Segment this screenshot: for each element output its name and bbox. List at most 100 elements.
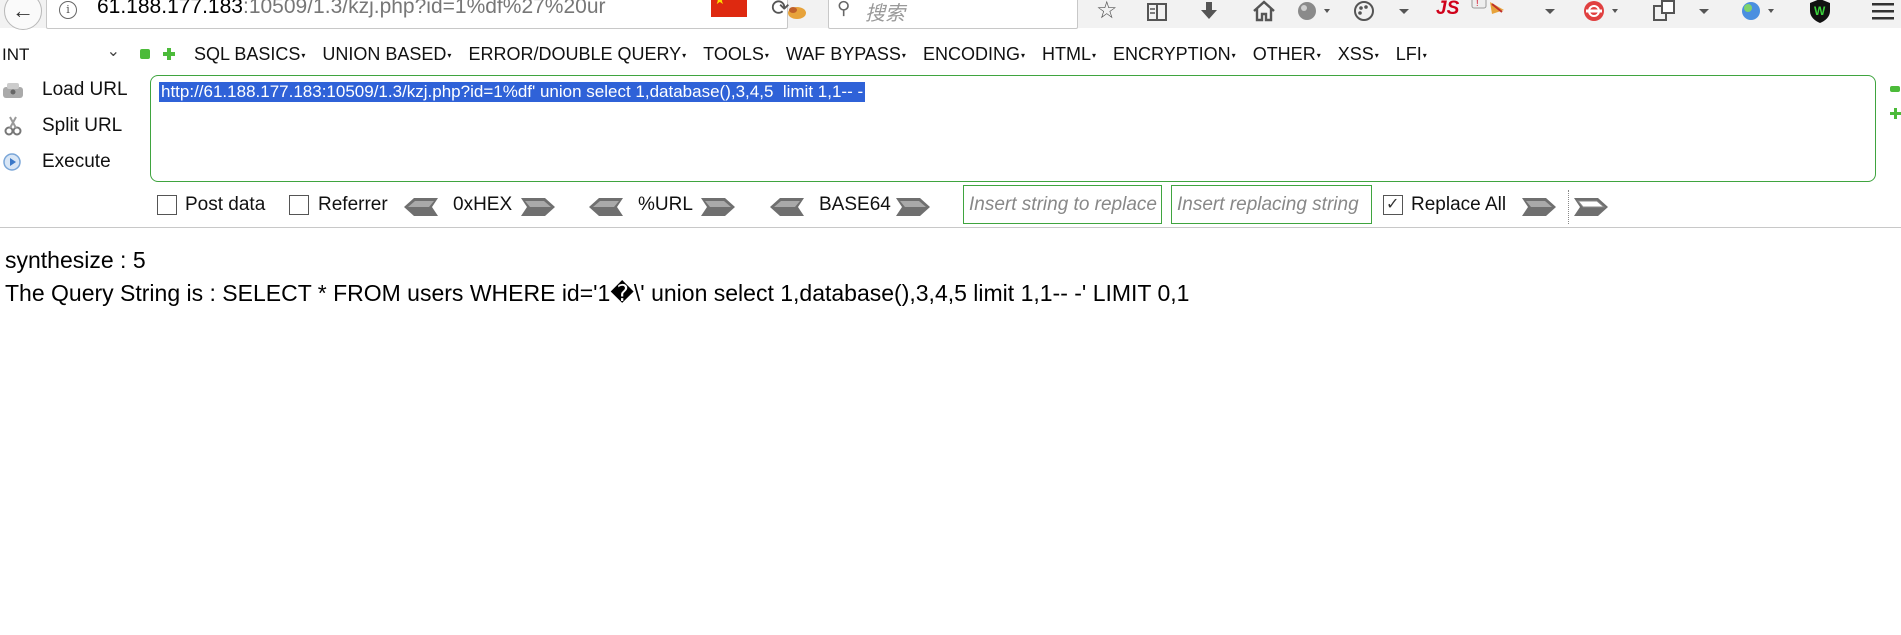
hackbar-separator (0, 227, 1901, 228)
split-url-label: Split URL (42, 115, 123, 136)
split-url-button[interactable]: Split URL (0, 112, 140, 142)
svg-text:W: W (1814, 4, 1826, 18)
base64-encode-arrow-icon[interactable] (896, 197, 930, 217)
page-content: synthesize : 5 The Query String is : SEL… (5, 244, 1189, 310)
url-textarea-selection: http://61.188.177.183:10509/1.3/kzj.php?… (159, 82, 866, 102)
menu-label: ENCODING (922, 44, 1020, 64)
hex-encode-arrow-icon[interactable] (521, 197, 555, 217)
menu-label: XSS (1337, 44, 1374, 64)
chevron-down-icon: ⌄ (106, 43, 120, 60)
share-icon[interactable] (1652, 0, 1678, 22)
search-bar[interactable]: ⚲ 搜索 (828, 0, 1078, 29)
menu-error-double-query[interactable]: ERROR/DOUBLE QUERY▾ (468, 44, 686, 65)
address-text[interactable]: 61.188.177.183:10509/1.3/kzj.php?id=1%df… (97, 0, 606, 19)
china-flag-icon[interactable]: ★★ (711, 0, 747, 17)
menu-waf-bypass[interactable]: WAF BYPASS▾ (786, 44, 906, 65)
hackbar-menu: INT ⌄ SQL BASICS▾ UNION BASED▾ ERROR/DOU… (0, 40, 1901, 74)
referrer-checkbox[interactable] (289, 195, 309, 215)
dropdown-icon[interactable] (1544, 0, 1556, 22)
base64-label: BASE64 (819, 194, 891, 215)
menu-label: ENCRYPTION (1112, 44, 1231, 64)
search-placeholder: 搜索 (865, 1, 905, 25)
menu-html[interactable]: HTML▾ (1042, 44, 1096, 65)
js-icon[interactable]: JS (1436, 0, 1459, 20)
post-data-checkbox[interactable] (157, 195, 177, 215)
bookmark-star-icon[interactable]: ☆ (1096, 0, 1118, 25)
execute-icon (3, 153, 21, 171)
hackbar-options: Post data Referrer 0xHEX %URL BASE64 Ins… (0, 185, 1901, 224)
search-icon: ⚲ (837, 0, 851, 18)
firebug-icon[interactable] (784, 2, 810, 22)
replace-all-label: Replace All (1411, 194, 1507, 215)
url-label: %URL (638, 194, 693, 215)
menu-label: OTHER (1252, 44, 1316, 64)
post-data-label: Post data (185, 194, 266, 215)
replace-from-placeholder: Insert string to replace (969, 194, 1157, 215)
back-icon: ← (12, 0, 34, 23)
scissors-icon (4, 116, 22, 136)
globe-icon[interactable] (1296, 0, 1332, 22)
menu-label: LFI (1395, 44, 1422, 64)
replace-right-arrow-icon[interactable] (1574, 197, 1608, 217)
divider (1568, 190, 1569, 224)
replace-to-placeholder: Insert replacing string (1177, 194, 1359, 215)
back-button[interactable]: ← (4, 0, 42, 30)
load-url-button[interactable]: Load URL (0, 76, 140, 106)
menu-label: WAF BYPASS (785, 44, 901, 64)
hackbar-menu-items: SQL BASICS▾ UNION BASED▾ ERROR/DOUBLE QU… (194, 44, 1444, 65)
menu-union-based[interactable]: UNION BASED▾ (322, 44, 451, 65)
synthesize-line: synthesize : 5 (5, 247, 146, 273)
url-textarea[interactable]: http://61.188.177.183:10509/1.3/kzj.php?… (150, 75, 1876, 182)
base64-decode-arrow-icon[interactable] (770, 197, 804, 217)
type-select-value: INT (2, 45, 30, 64)
menu-other[interactable]: OTHER▾ (1253, 44, 1321, 65)
decrease-height-icon[interactable] (1890, 86, 1900, 92)
menu-label: HTML (1041, 44, 1091, 64)
hamburger-menu-icon[interactable] (1870, 0, 1896, 22)
url-decode-arrow-icon[interactable] (589, 197, 623, 217)
info-icon[interactable]: i (59, 1, 77, 19)
menu-label: UNION BASED (322, 44, 447, 64)
replace-from-input[interactable]: Insert string to replace (963, 185, 1162, 224)
home-icon[interactable] (1252, 0, 1276, 22)
replace-all-checkbox[interactable] (1383, 194, 1403, 215)
execute-button[interactable]: Execute (0, 148, 140, 178)
decrease-font-icon[interactable] (140, 49, 150, 59)
url-host: 61.188.177.183 (97, 0, 243, 18)
palette-icon[interactable] (1352, 0, 1378, 22)
increase-font-icon[interactable] (163, 48, 175, 60)
type-select[interactable]: INT ⌄ (0, 43, 124, 67)
menu-encryption[interactable]: ENCRYPTION▾ (1113, 44, 1236, 65)
adblock-icon[interactable]: W (1808, 0, 1832, 24)
browser-toolbar: ← i 61.188.177.183:10509/1.3/kzj.php?id=… (0, 0, 1901, 30)
menu-label: SQL BASICS (194, 44, 301, 64)
query-string-line: The Query String is : SELECT * FROM user… (5, 280, 1190, 306)
clip-icon[interactable]: ! (1468, 0, 1508, 22)
hex-decode-arrow-icon[interactable] (404, 197, 438, 217)
replace-to-input[interactable]: Insert replacing string (1171, 185, 1372, 224)
reading-list-icon[interactable] (1146, 2, 1168, 22)
replace-left-arrow-icon[interactable] (1522, 197, 1556, 217)
menu-label: ERROR/DOUBLE QUERY (468, 44, 682, 64)
menu-lfi[interactable]: LFI▾ (1396, 44, 1427, 65)
load-url-icon (3, 83, 23, 98)
download-icon[interactable] (1198, 0, 1220, 22)
menu-label: TOOLS (703, 44, 764, 64)
increase-height-icon[interactable] (1890, 108, 1901, 119)
hex-label: 0xHEX (453, 194, 513, 215)
dropdown-icon[interactable] (1698, 0, 1710, 22)
url-path: :10509/1.3/kzj.php?id=1%df%27%20ur (242, 0, 606, 18)
execute-label: Execute (42, 151, 111, 172)
translate-icon[interactable] (1740, 0, 1780, 22)
menu-sql-basics[interactable]: SQL BASICS▾ (194, 44, 305, 65)
url-encode-arrow-icon[interactable] (701, 197, 735, 217)
menu-encoding[interactable]: ENCODING▾ (923, 44, 1025, 65)
scan-icon[interactable] (1582, 0, 1622, 22)
address-bar[interactable]: i 61.188.177.183:10509/1.3/kzj.php?id=1%… (46, 0, 789, 29)
referrer-label: Referrer (318, 194, 388, 215)
menu-tools[interactable]: TOOLS▾ (703, 44, 769, 65)
svg-text:!: ! (1476, 0, 1479, 8)
dropdown-icon[interactable] (1398, 0, 1410, 22)
load-url-label: Load URL (42, 79, 128, 100)
menu-xss[interactable]: XSS▾ (1338, 44, 1379, 65)
